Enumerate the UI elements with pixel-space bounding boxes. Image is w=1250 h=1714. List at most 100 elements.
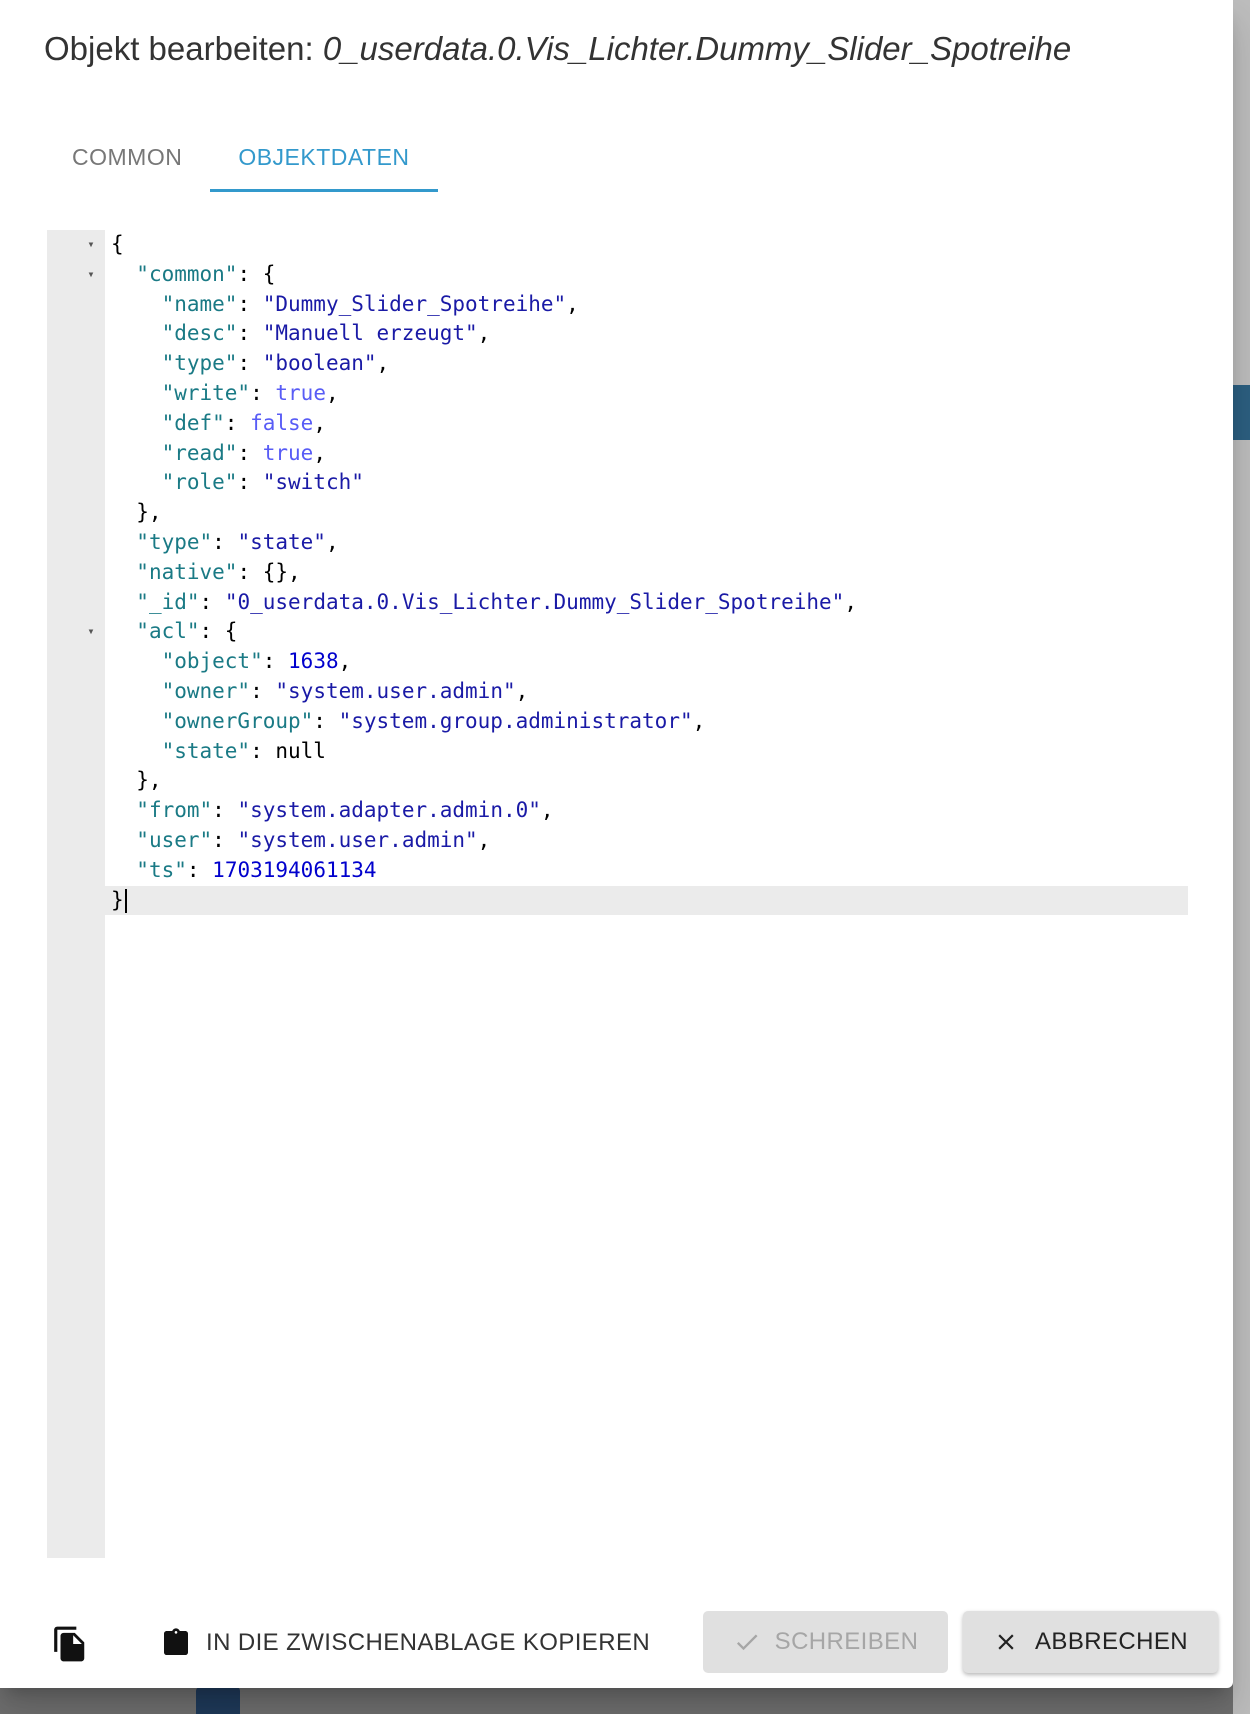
editor-line-code: "_id": "0_userdata.0.Vis_Lichter.Dummy_S…	[111, 588, 857, 618]
code-token: "def"	[161, 410, 225, 435]
code-token: :	[237, 351, 263, 376]
editor-line[interactable]: "name": "Dummy_Slider_Spotreihe",	[47, 290, 1188, 320]
code-token: "type"	[136, 529, 213, 554]
code-token: :	[237, 291, 263, 316]
editor-line-code: "acl": {	[111, 617, 237, 647]
editor-line-code: },	[111, 766, 162, 796]
copy-to-clipboard-label: IN DIE ZWISCHENABLAGE KOPIEREN	[206, 1629, 651, 1656]
editor-line[interactable]: "native": {},	[47, 558, 1188, 588]
editor-line-code: "def": false,	[111, 409, 326, 439]
code-token: ,	[376, 351, 390, 376]
editor-line[interactable]: },	[47, 498, 1188, 528]
write-button[interactable]: SCHREIBEN	[703, 1611, 948, 1673]
code-token: false	[250, 410, 314, 435]
tab-common[interactable]: COMMON	[44, 122, 210, 192]
file-copy-icon	[54, 1626, 85, 1662]
code-token: "user"	[136, 827, 213, 852]
code-token: "write"	[161, 380, 251, 405]
code-token: "read"	[161, 440, 238, 465]
editor-line-code: "ts": 1703194061134	[111, 856, 377, 886]
editor-line[interactable]: "read": true,	[47, 439, 1188, 469]
code-token: :	[199, 589, 225, 614]
editor-line[interactable]: "object": 1638,	[47, 647, 1188, 677]
code-token: },	[111, 768, 162, 793]
code-token: 1703194061134	[212, 857, 377, 882]
editor-line[interactable]: "ts": 1703194061134	[47, 856, 1188, 886]
edit-object-dialog: Objekt bearbeiten: 0_userdata.0.Vis_Lich…	[0, 0, 1233, 1688]
editor-line[interactable]: ▾ "acl": {	[47, 617, 1188, 647]
editor-line-code: "name": "Dummy_Slider_Spotreihe",	[111, 290, 579, 320]
editor-line[interactable]: ▾{	[47, 230, 1188, 260]
code-token: "Dummy_Slider_Spotreihe"	[262, 291, 567, 316]
code-token: {	[111, 232, 124, 256]
code-token: :	[250, 380, 276, 405]
code-token: ,	[338, 649, 352, 674]
editor-line[interactable]: "user": "system.user.admin",	[47, 826, 1188, 856]
copy-to-clipboard-button[interactable]: IN DIE ZWISCHENABLAGE KOPIEREN	[160, 1614, 650, 1672]
code-token: "name"	[161, 291, 238, 316]
cancel-button[interactable]: ABBRECHEN	[963, 1611, 1218, 1673]
code-token: : {	[199, 619, 238, 644]
code-token: :	[212, 529, 238, 554]
code-token: ,	[844, 589, 857, 614]
code-token: "native"	[136, 559, 238, 584]
copy-object-button[interactable]	[46, 1620, 94, 1668]
editor-line[interactable]: "role": "switch"	[47, 468, 1188, 498]
fold-arrow-icon[interactable]: ▾	[83, 260, 99, 290]
editor-line[interactable]: }	[47, 885, 1188, 916]
editor-line-code: "role": "switch"	[111, 468, 364, 498]
editor-line-code: "state": null	[111, 737, 326, 767]
code-token: ,	[540, 798, 554, 823]
dialog-title-object-id: 0_userdata.0.Vis_Lichter.Dummy_Slider_Sp…	[322, 30, 1072, 67]
code-token: :	[237, 440, 263, 465]
text-cursor	[124, 888, 127, 913]
editor-line-code: "type": "boolean",	[111, 349, 390, 379]
code-token: :	[212, 798, 238, 823]
editor-line[interactable]: "type": "boolean",	[47, 349, 1188, 379]
editor-line[interactable]: "_id": "0_userdata.0.Vis_Lichter.Dummy_S…	[47, 588, 1188, 618]
code-token: ,	[325, 380, 339, 405]
fold-arrow-icon[interactable]: ▾	[83, 617, 99, 647]
editor-line[interactable]: "from": "system.adapter.admin.0",	[47, 796, 1188, 826]
tab-objektdaten[interactable]: OBJEKTDATEN	[210, 122, 438, 192]
editor-line[interactable]: "owner": "system.user.admin",	[47, 677, 1188, 707]
code-token: ,	[477, 321, 491, 346]
code-token: }	[111, 887, 124, 912]
editor-line[interactable]: "def": false,	[47, 409, 1188, 439]
code-token: "system.user.admin"	[237, 827, 478, 852]
editor-line[interactable]: "type": "state",	[47, 528, 1188, 558]
code-token: : {},	[237, 559, 301, 584]
editor-line[interactable]: },	[47, 766, 1188, 796]
editor-line[interactable]: ▾ "common": {	[47, 260, 1188, 290]
code-token: "role"	[161, 470, 238, 495]
code-token: :	[186, 857, 213, 882]
fold-arrow-icon[interactable]: ▾	[83, 230, 99, 260]
code-token: "type"	[161, 351, 238, 376]
code-token: "_id"	[136, 589, 200, 614]
editor-line-code: "user": "system.user.admin",	[111, 826, 490, 856]
editor-line[interactable]: "write": true,	[47, 379, 1188, 409]
editor-line-code: {	[111, 230, 124, 260]
editor-line[interactable]: "desc": "Manuell erzeugt",	[47, 319, 1188, 349]
editor-line[interactable]: "ownerGroup": "system.group.administrato…	[47, 707, 1188, 737]
code-token: "state"	[161, 738, 251, 763]
code-token: "system.group.administrator"	[338, 708, 693, 733]
code-token: "acl"	[136, 619, 200, 644]
code-token: "0_userdata.0.Vis_Lichter.Dummy_Slider_S…	[224, 589, 845, 614]
code-token: true	[275, 380, 326, 405]
code-token: "ts"	[136, 857, 187, 882]
json-editor[interactable]: ▾{▾ "common": { "name": "Dummy_Slider_Sp…	[47, 230, 1188, 1558]
editor-line-code: "ownerGroup": "system.group.administrato…	[111, 707, 706, 737]
code-token: :	[262, 649, 289, 674]
editor-line[interactable]: "state": null	[47, 737, 1188, 767]
code-token: : {	[237, 261, 276, 286]
